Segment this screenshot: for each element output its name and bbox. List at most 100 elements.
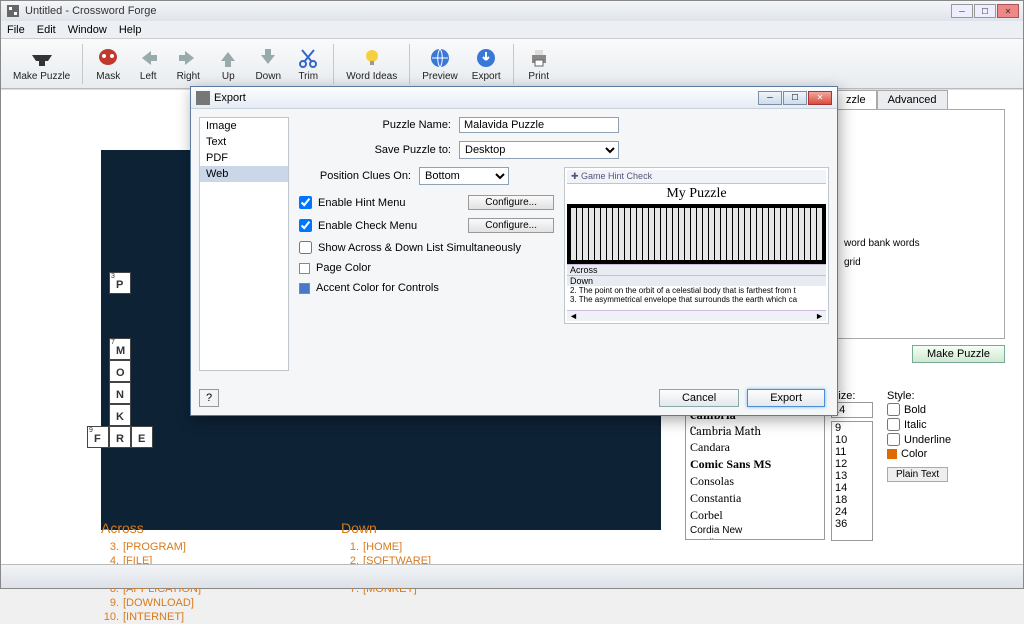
trim-button[interactable]: Trim (289, 43, 327, 84)
menu-window[interactable]: Window (68, 24, 107, 36)
anvil-icon (29, 45, 55, 71)
up-button[interactable]: Up (209, 43, 247, 84)
show-across-down-checkbox[interactable] (299, 241, 312, 254)
dialog-maximize-button[interactable]: ☐ (783, 91, 807, 105)
list-item[interactable]: CordiaUPC (686, 537, 824, 540)
maximize-button[interactable]: ☐ (974, 4, 996, 18)
italic-checkbox[interactable]: Italic (887, 417, 977, 432)
list-item[interactable]: 3.[PROGRAM] (101, 540, 201, 554)
list-item[interactable]: Consolas (686, 473, 824, 490)
list-item[interactable]: 14 (832, 482, 872, 494)
puzzle-name-label: Puzzle Name: (299, 119, 459, 131)
preview-button[interactable]: Preview (416, 43, 464, 84)
style-label: Style: (887, 390, 977, 402)
preview-across-header: Across (567, 264, 826, 275)
list-item[interactable]: Text (200, 134, 288, 150)
word-ideas-button[interactable]: Word Ideas (340, 43, 403, 84)
font-size-list[interactable]: 9 10 11 12 13 14 18 24 36 (831, 421, 873, 541)
puzzle-name-input[interactable] (459, 117, 619, 133)
list-item[interactable]: 11 (832, 446, 872, 458)
print-button[interactable]: Print (520, 43, 558, 84)
export-format-list[interactable]: Image Text PDF Web (199, 117, 289, 371)
save-to-label: Save Puzzle to: (299, 144, 459, 156)
enable-hint-label: Enable Hint Menu (318, 197, 405, 209)
arrow-down-icon (255, 45, 281, 71)
arrow-up-icon (215, 45, 241, 71)
preview-down-header: Down (567, 275, 826, 286)
list-item[interactable]: 1.[HOME] (341, 540, 431, 554)
list-item[interactable]: Cordia New (686, 524, 824, 537)
accent-color-swatch[interactable] (299, 283, 310, 294)
menu-help[interactable]: Help (119, 24, 142, 36)
configure-check-button[interactable]: Configure... (468, 218, 554, 233)
dialog-minimize-button[interactable]: ─ (758, 91, 782, 105)
page-color-swatch[interactable] (299, 263, 310, 274)
dialog-titlebar: Export ─ ☐ ✕ (191, 87, 837, 109)
list-item[interactable]: 24 (832, 506, 872, 518)
enable-check-checkbox[interactable] (299, 219, 312, 232)
app-icon (5, 3, 21, 19)
left-button[interactable]: Left (129, 43, 167, 84)
dialog-icon (196, 91, 210, 105)
menu-file[interactable]: File (7, 24, 25, 36)
close-button[interactable]: ✕ (997, 4, 1019, 18)
menu-edit[interactable]: Edit (37, 24, 56, 36)
list-item[interactable]: 9.[DOWNLOAD] (101, 596, 201, 610)
configure-hint-button[interactable]: Configure... (468, 195, 554, 210)
list-item[interactable]: 10.[INTERNET] (101, 610, 201, 624)
list-item[interactable]: Image (200, 118, 288, 134)
list-item[interactable]: 18 (832, 494, 872, 506)
list-item[interactable]: Comic Sans MS (686, 456, 824, 473)
position-label: Position Clues On: (299, 170, 419, 182)
option-text: word bank words (844, 238, 996, 249)
globe-preview-icon (427, 45, 453, 71)
export-button[interactable]: Export (466, 43, 507, 84)
down-button[interactable]: Down (249, 43, 287, 84)
list-item[interactable]: Candara (686, 439, 824, 456)
minimize-button[interactable]: ─ (951, 4, 973, 18)
position-select[interactable]: Bottom (419, 167, 509, 185)
cancel-button[interactable]: Cancel (659, 389, 739, 407)
preview-scrollbar[interactable]: ◄► (567, 310, 826, 321)
list-item[interactable]: PDF (200, 150, 288, 166)
list-item[interactable]: Corbel (686, 507, 824, 524)
globe-export-icon (473, 45, 499, 71)
tab-advanced[interactable]: Advanced (877, 90, 948, 109)
statusbar (1, 564, 1023, 588)
underline-checkbox[interactable]: Underline (887, 432, 977, 447)
list-item[interactable]: 13 (832, 470, 872, 482)
plain-text-button[interactable]: Plain Text (887, 467, 948, 482)
export-preview-pane: ✚ Game Hint Check My Puzzle Across Down … (564, 167, 829, 324)
make-puzzle-button[interactable]: Make Puzzle (7, 43, 76, 84)
list-item[interactable]: 10 (832, 434, 872, 446)
save-to-select[interactable]: Desktop (459, 141, 619, 159)
color-option[interactable]: Color (887, 447, 977, 461)
right-button[interactable]: Right (169, 43, 207, 84)
lightbulb-icon (359, 45, 385, 71)
export-confirm-button[interactable]: Export (747, 389, 825, 407)
preview-clue: 3. The asymmetrical envelope that surrou… (570, 295, 823, 304)
main-titlebar: Untitled - Crossword Forge ─ ☐ ✕ (1, 1, 1023, 21)
down-heading: Down (341, 520, 431, 536)
mask-button[interactable]: Mask (89, 43, 127, 84)
show-across-down-label: Show Across & Down List Simultaneously (318, 242, 521, 254)
list-item[interactable]: 12 (832, 458, 872, 470)
bold-checkbox[interactable]: Bold (887, 402, 977, 417)
make-puzzle-panel-button[interactable]: Make Puzzle (912, 345, 1005, 363)
page-color-label: Page Color (316, 262, 371, 274)
export-dialog: Export ─ ☐ ✕ Image Text PDF Web Puzzle N… (190, 86, 838, 416)
list-item[interactable]: 9 (832, 422, 872, 434)
dialog-close-button[interactable]: ✕ (808, 91, 832, 105)
enable-hint-checkbox[interactable] (299, 196, 312, 209)
enable-check-label: Enable Check Menu (318, 220, 417, 232)
list-item[interactable]: 36 (832, 518, 872, 530)
option-text: grid (844, 257, 996, 268)
window-title: Untitled - Crossword Forge (25, 5, 156, 17)
list-item[interactable]: Cambria Math (686, 423, 824, 439)
list-item[interactable]: Constantia (686, 490, 824, 507)
list-item[interactable]: Web (200, 166, 288, 182)
help-button[interactable]: ? (199, 389, 219, 407)
arrow-right-icon (175, 45, 201, 71)
tab-puzzle[interactable]: zzle (835, 90, 877, 109)
crossword-grid-fragment: 3P 7M O N K 9FRE (109, 272, 153, 448)
